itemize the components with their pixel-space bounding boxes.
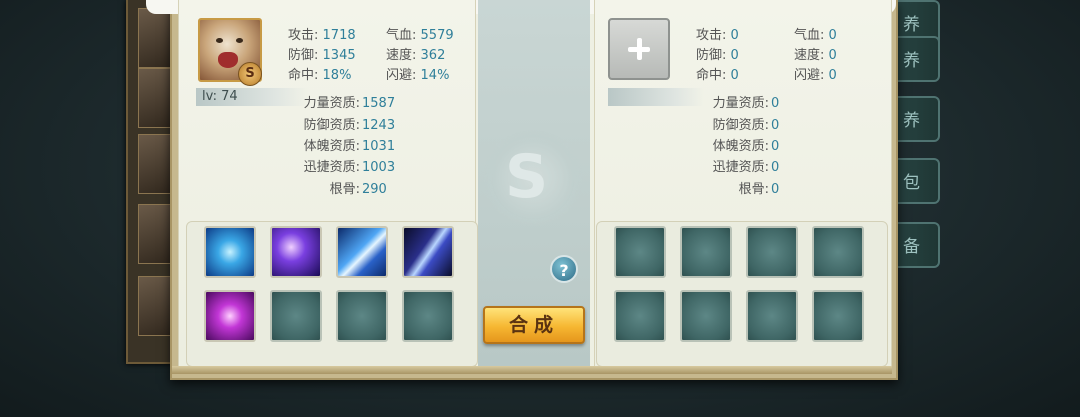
empty-skill-slot (812, 290, 864, 342)
empty-skill-slot (402, 290, 454, 342)
stat-dodge: 闪避: 14% (386, 68, 450, 83)
aptitude-agility-value: 1003 (362, 160, 396, 175)
avatar-mouth (218, 52, 238, 68)
target-aptitude-defense-value: 0 (771, 118, 780, 133)
target-stat-attack: 攻击: 0 (696, 28, 739, 43)
avatar-eye (236, 38, 243, 43)
target-aptitude-strength-label: 力量资质: (712, 96, 769, 111)
stat-attack: 攻击: 1718 (288, 28, 356, 43)
avatar-eye (216, 38, 223, 43)
stat-speed: 速度: 362 (386, 48, 446, 63)
target-aptitude-strength-value: 0 (771, 96, 780, 111)
target-aptitude-agility-value: 0 (771, 160, 780, 175)
empty-skill-slot (270, 290, 322, 342)
target-aptitude-root-label: 根骨: (738, 182, 769, 197)
add-pet-slot[interactable] (608, 18, 670, 80)
empty-skill-slot (812, 226, 864, 278)
empty-skill-slot (680, 290, 732, 342)
target-stat-defense: 防御: 0 (696, 48, 739, 63)
blue-seal-skill-icon[interactable] (204, 226, 256, 278)
empty-skill-slot (746, 290, 798, 342)
empty-skill-slot (680, 226, 732, 278)
empty-skill-slot (614, 226, 666, 278)
grade-badge: S (238, 62, 262, 86)
window-bottom-rail (172, 366, 892, 374)
target-stat-hit: 命中: 0 (696, 68, 739, 83)
aptitude-agility-label: 迅捷资质: (303, 160, 360, 175)
aptitude-strength-label: 力量资质: (303, 96, 360, 111)
aptitude-defense-label: 防御资质: (303, 118, 360, 133)
aptitude-physique-label: 体魄资质: (303, 139, 360, 154)
aptitude-defense-value: 1243 (362, 118, 396, 133)
target-aptitude-defense-label: 防御资质: (712, 118, 769, 133)
target-stat-dodge: 闪避: 0 (794, 68, 837, 83)
purple-vortex-skill-icon[interactable] (270, 226, 322, 278)
aptitude-physique-value: 1031 (362, 139, 396, 154)
target-aptitude-root-value: 0 (771, 182, 780, 197)
empty-skill-slot (336, 290, 388, 342)
help-button[interactable]: ? (550, 255, 578, 283)
target-aptitude-physique-value: 0 (771, 139, 780, 154)
empty-skill-slot (746, 226, 798, 278)
claw-slash-skill-icon[interactable] (402, 226, 454, 278)
empty-skill-slot (614, 290, 666, 342)
dragon-emblem-icon: S (483, 130, 583, 226)
target-stat-hp: 气血: 0 (794, 28, 837, 43)
blue-arrow-skill-icon[interactable] (336, 226, 388, 278)
stat-hp: 气血: 5579 (386, 28, 454, 43)
stat-hit: 命中: 18% (288, 68, 352, 83)
magenta-seal-skill-icon[interactable] (204, 290, 256, 342)
aptitude-root-label: 根骨: (329, 182, 360, 197)
target-aptitude-physique-label: 体魄资质: (712, 139, 769, 154)
plus-icon (637, 38, 642, 60)
aptitude-strength-value: 1587 (362, 96, 396, 111)
target-stat-speed: 速度: 0 (794, 48, 837, 63)
target-aptitude-agility-label: 迅捷资质: (712, 160, 769, 175)
aptitude-root-value: 290 (362, 182, 387, 197)
compose-button[interactable]: 合成 (483, 306, 585, 344)
stat-defense: 防御: 1345 (288, 48, 356, 63)
